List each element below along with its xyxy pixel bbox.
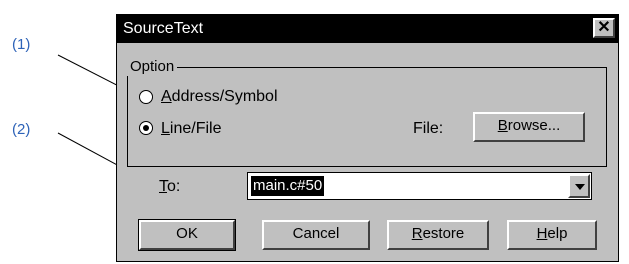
to-dropdown-button[interactable]	[568, 174, 590, 198]
line-label-rest: ine/File	[169, 120, 222, 137]
to-label-rest: o:	[167, 178, 181, 195]
browse-button[interactable]: Browse...	[473, 112, 585, 142]
address-symbol-label[interactable]: Address/Symbol	[161, 88, 278, 106]
line-file-label[interactable]: Line/File	[161, 120, 221, 138]
ok-button[interactable]: OK	[138, 219, 236, 251]
address-label-rest: ddress/Symbol	[171, 88, 278, 105]
address-mnemonic: A	[161, 88, 172, 105]
restore-label-rest: estore	[422, 225, 465, 242]
close-icon: ✕	[597, 19, 611, 36]
to-label: To:	[159, 178, 180, 196]
to-mnemonic: T	[159, 178, 167, 195]
help-label-rest: elp	[547, 225, 568, 242]
option-group-label: Option	[127, 58, 178, 76]
file-label: File:	[413, 120, 444, 137]
to-combobox-value[interactable]: main.c#50	[251, 176, 325, 196]
close-button[interactable]: ✕	[593, 18, 615, 38]
dialog-title: SourceText	[123, 20, 204, 37]
radio-selected-dot	[143, 125, 149, 131]
restore-mnemonic: R	[411, 225, 423, 242]
title-bar: SourceText	[117, 15, 618, 43]
line-file-radio[interactable]	[139, 121, 153, 135]
source-text-dialog: SourceText ✕ Option Address/Symbol Line/…	[116, 14, 619, 262]
help-button[interactable]: Help	[507, 220, 597, 250]
help-mnemonic: H	[536, 225, 548, 242]
address-symbol-radio[interactable]	[139, 90, 153, 104]
browse-mnemonic: B	[497, 117, 508, 134]
browse-label-rest: rowse...	[507, 117, 561, 134]
chevron-down-icon	[575, 184, 585, 190]
line-mnemonic: L	[161, 120, 170, 137]
restore-button[interactable]: Restore	[387, 220, 489, 250]
to-combobox[interactable]: main.c#50	[247, 172, 592, 200]
cancel-button[interactable]: Cancel	[262, 220, 370, 250]
